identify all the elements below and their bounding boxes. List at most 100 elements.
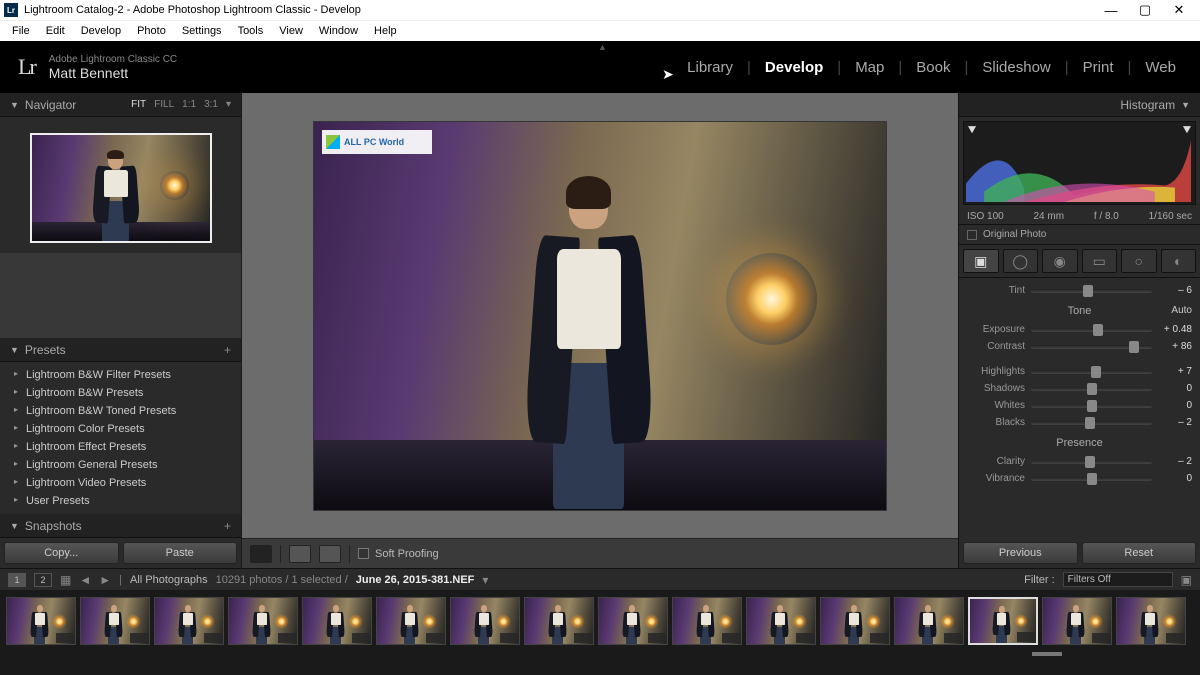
copy-button[interactable]: Copy... xyxy=(4,542,119,564)
preset-folder[interactable]: Lightroom B&W Presets xyxy=(0,384,241,402)
filter-dropdown[interactable]: Filters Off xyxy=(1063,572,1173,587)
collection-name[interactable]: All Photographs xyxy=(130,574,208,586)
reset-button[interactable]: Reset xyxy=(1082,542,1197,564)
module-map[interactable]: Map xyxy=(849,59,890,76)
exposure-slider[interactable]: Exposure+ 0.48 xyxy=(967,321,1192,338)
filmstrip-thumb[interactable] xyxy=(746,597,816,645)
menu-tools[interactable]: Tools xyxy=(230,25,272,37)
checkbox-icon[interactable] xyxy=(358,548,369,559)
menu-photo[interactable]: Photo xyxy=(129,25,174,37)
nav-back-icon[interactable]: ◄ xyxy=(79,573,91,587)
module-develop[interactable]: Develop xyxy=(759,59,829,76)
redeye-tool[interactable]: ◉ xyxy=(1042,249,1078,273)
shadows-slider[interactable]: Shadows0 xyxy=(967,380,1192,397)
before-after-tb-button[interactable] xyxy=(319,545,341,563)
loupe-view-button[interactable] xyxy=(250,545,272,563)
histogram-display[interactable] xyxy=(963,121,1196,205)
menu-develop[interactable]: Develop xyxy=(73,25,129,37)
auto-tone-button[interactable]: Auto xyxy=(1171,305,1192,316)
preset-folder[interactable]: Lightroom B&W Filter Presets xyxy=(0,366,241,384)
disclosure-triangle-icon[interactable]: ▼ xyxy=(10,345,19,355)
before-after-lr-button[interactable] xyxy=(289,545,311,563)
preset-folder[interactable]: Lightroom Color Presets xyxy=(0,420,241,438)
whites-slider[interactable]: Whites0 xyxy=(967,397,1192,414)
soft-proofing-toggle[interactable]: Soft Proofing xyxy=(358,548,439,560)
preset-folder[interactable]: Lightroom B&W Toned Presets xyxy=(0,402,241,420)
filmstrip-thumb[interactable] xyxy=(524,597,594,645)
image-canvas[interactable]: ALL PC World xyxy=(242,93,958,538)
filmstrip-thumb[interactable] xyxy=(6,597,76,645)
disclosure-triangle-icon[interactable]: ▼ xyxy=(10,521,19,531)
module-print[interactable]: Print xyxy=(1077,59,1120,76)
main-photo[interactable]: ALL PC World xyxy=(314,122,886,510)
menu-settings[interactable]: Settings xyxy=(174,25,230,37)
contrast-slider[interactable]: Contrast+ 86 xyxy=(967,338,1192,355)
previous-button[interactable]: Previous xyxy=(963,542,1078,564)
checkbox-icon[interactable] xyxy=(967,230,977,240)
navigator-preview[interactable] xyxy=(30,133,212,243)
navigator-header[interactable]: ▼ Navigator FIT FILL 1:1 3:1 ▾ xyxy=(0,93,241,117)
add-preset-icon[interactable]: + xyxy=(224,343,231,357)
highlights-slider[interactable]: Highlights+ 7 xyxy=(967,363,1192,380)
filmstrip-thumb[interactable] xyxy=(672,597,742,645)
zoom-dropdown-icon[interactable]: ▾ xyxy=(226,99,231,110)
tint-slider[interactable]: Tint – 6 xyxy=(967,282,1192,299)
filmstrip[interactable] xyxy=(0,590,1200,652)
filmstrip-thumb[interactable] xyxy=(228,597,298,645)
filter-lock-icon[interactable]: ▣ xyxy=(1181,573,1192,587)
menu-file[interactable]: File xyxy=(4,25,38,37)
preset-folder[interactable]: Lightroom General Presets xyxy=(0,456,241,474)
zoom-custom[interactable]: 3:1 xyxy=(204,99,218,110)
adjustment-brush-tool[interactable]: ◐ xyxy=(1161,249,1197,273)
filmstrip-thumb[interactable] xyxy=(820,597,890,645)
nav-forward-icon[interactable]: ► xyxy=(99,573,111,587)
original-photo-toggle[interactable]: Original Photo xyxy=(959,224,1200,245)
graduated-filter-tool[interactable]: ▭ xyxy=(1082,249,1118,273)
blacks-slider[interactable]: Blacks– 2 xyxy=(967,414,1192,431)
minimize-button[interactable]: — xyxy=(1094,3,1128,18)
maximize-button[interactable]: ▢ xyxy=(1128,2,1162,18)
filmstrip-thumb[interactable] xyxy=(598,597,668,645)
close-button[interactable]: ✕ xyxy=(1162,2,1196,18)
current-filename[interactable]: June 26, 2015-381.NEF xyxy=(356,574,475,586)
filmstrip-scrollbar[interactable] xyxy=(0,652,1200,656)
zoom-fill[interactable]: FILL xyxy=(154,99,174,110)
menu-view[interactable]: View xyxy=(271,25,311,37)
second-monitor-2[interactable]: 2 xyxy=(34,573,52,587)
module-library[interactable]: Library xyxy=(681,59,739,76)
histogram-header[interactable]: Histogram ▼ xyxy=(959,93,1200,117)
grid-view-icon[interactable]: ▦ xyxy=(60,573,71,587)
filmstrip-thumb[interactable] xyxy=(968,597,1038,645)
zoom-1to1[interactable]: 1:1 xyxy=(182,99,196,110)
module-slideshow[interactable]: Slideshow xyxy=(976,59,1056,76)
radial-filter-tool[interactable]: ○ xyxy=(1121,249,1157,273)
module-book[interactable]: Book xyxy=(910,59,956,76)
filmstrip-thumb[interactable] xyxy=(154,597,224,645)
menu-window[interactable]: Window xyxy=(311,25,366,37)
filmstrip-thumb[interactable] xyxy=(1042,597,1112,645)
add-snapshot-icon[interactable]: + xyxy=(224,519,231,533)
crop-tool[interactable]: ▣ xyxy=(963,249,999,273)
menu-edit[interactable]: Edit xyxy=(38,25,73,37)
filmstrip-thumb[interactable] xyxy=(894,597,964,645)
spot-removal-tool[interactable]: ◯ xyxy=(1003,249,1039,273)
module-web[interactable]: Web xyxy=(1139,59,1182,76)
presets-header[interactable]: ▼ Presets + xyxy=(0,338,241,362)
disclosure-triangle-icon[interactable]: ▼ xyxy=(10,100,19,110)
paste-button[interactable]: Paste xyxy=(123,542,238,564)
filmstrip-thumb[interactable] xyxy=(80,597,150,645)
filmstrip-thumb[interactable] xyxy=(450,597,520,645)
clarity-slider[interactable]: Clarity– 2 xyxy=(967,453,1192,470)
zoom-fit[interactable]: FIT xyxy=(131,99,146,110)
snapshots-header[interactable]: ▼ Snapshots + xyxy=(0,514,241,538)
filename-dropdown-icon[interactable]: ▾ xyxy=(482,573,488,587)
preset-folder[interactable]: Lightroom Video Presets xyxy=(0,474,241,492)
preset-folder[interactable]: User Presets xyxy=(0,492,241,510)
disclosure-triangle-icon[interactable]: ▼ xyxy=(1181,100,1190,110)
filmstrip-thumb[interactable] xyxy=(302,597,372,645)
filmstrip-thumb[interactable] xyxy=(376,597,446,645)
menu-help[interactable]: Help xyxy=(366,25,405,37)
filmstrip-thumb[interactable] xyxy=(1116,597,1186,645)
vibrance-slider[interactable]: Vibrance0 xyxy=(967,470,1192,487)
preset-folder[interactable]: Lightroom Effect Presets xyxy=(0,438,241,456)
